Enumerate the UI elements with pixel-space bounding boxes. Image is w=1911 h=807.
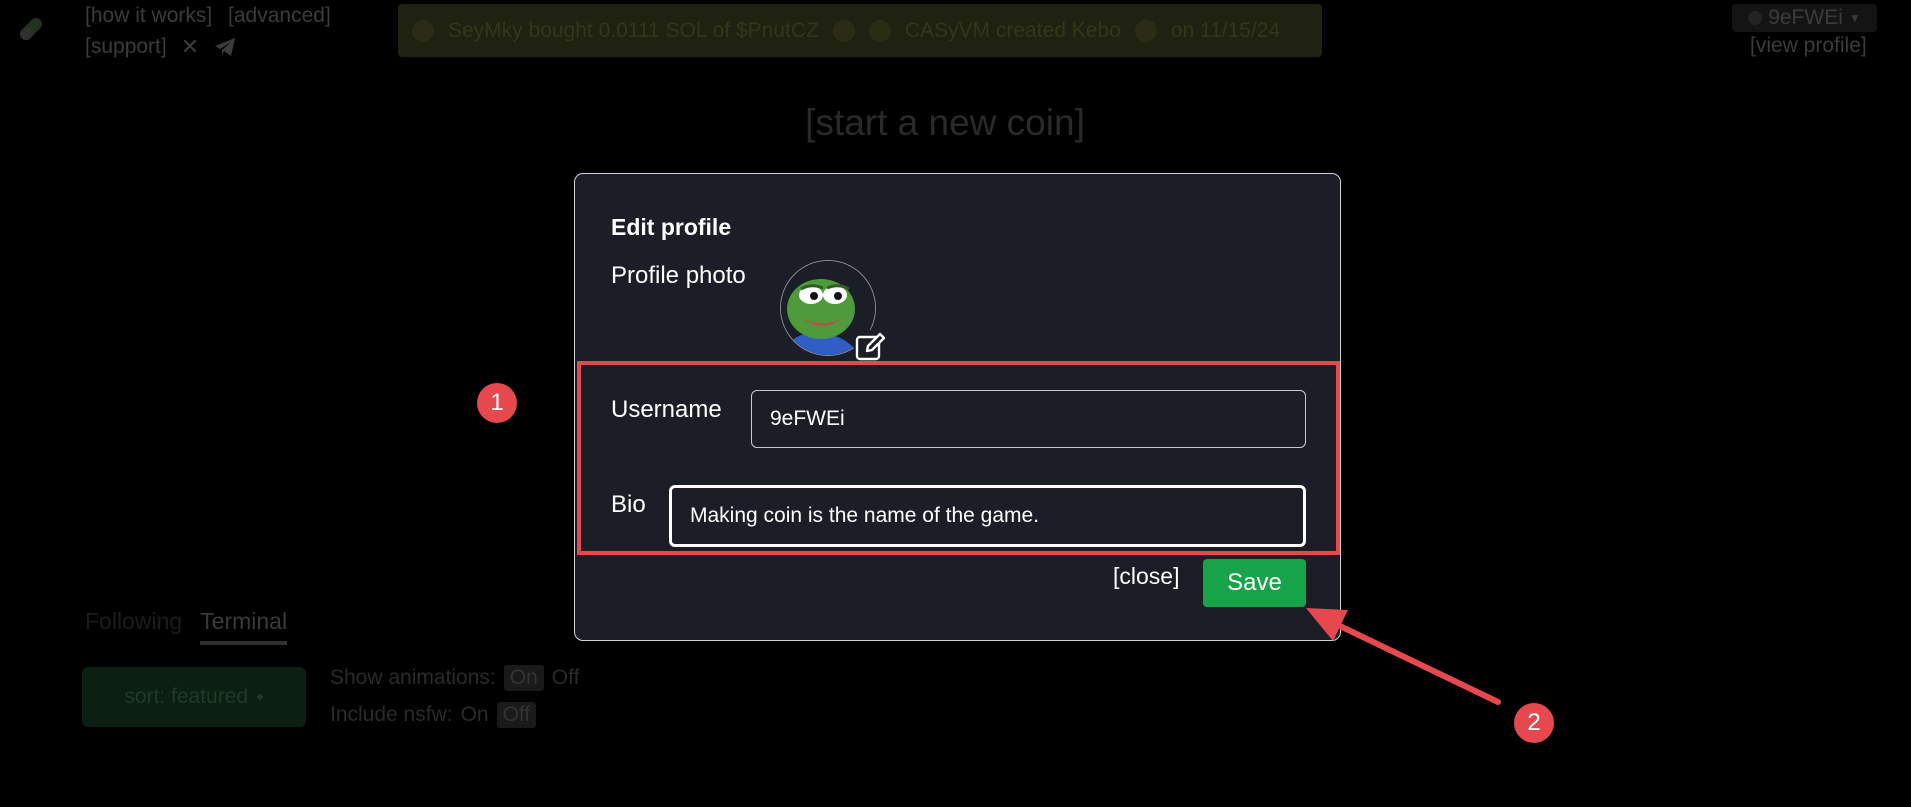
- annotation-arrow: [1306, 608, 1501, 705]
